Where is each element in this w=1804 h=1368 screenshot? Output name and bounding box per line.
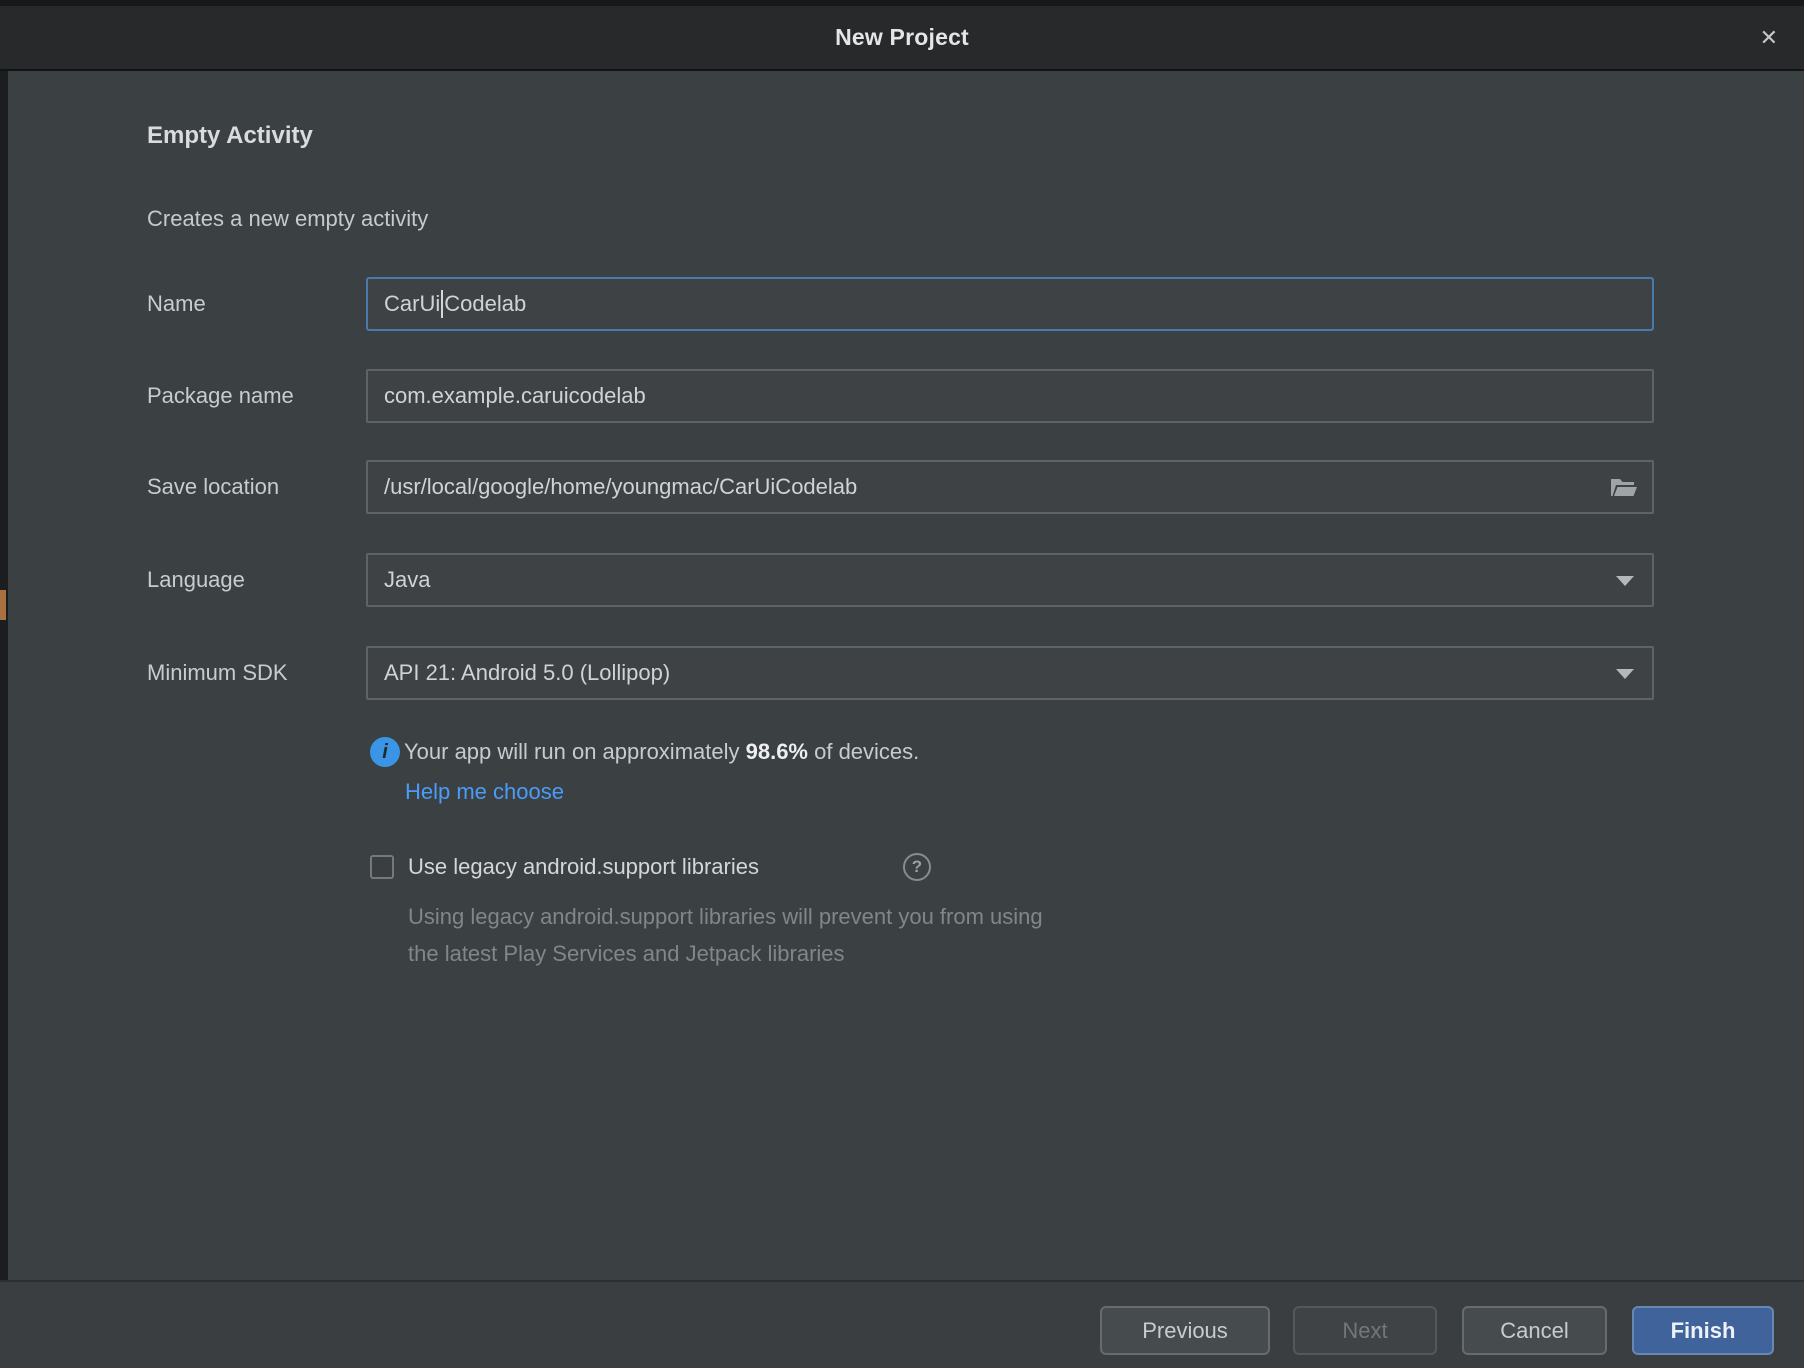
legacy-description-line2: the latest Play Services and Jetpack lib… bbox=[408, 935, 1043, 972]
window-edge bbox=[0, 71, 8, 1368]
language-row: Language Java bbox=[0, 553, 1804, 607]
dialog-title: New Project bbox=[835, 24, 969, 51]
minimum-sdk-label: Minimum SDK bbox=[147, 646, 288, 700]
minimum-sdk-value: API 21: Android 5.0 (Lollipop) bbox=[384, 660, 670, 685]
chevron-down-icon bbox=[1616, 669, 1634, 679]
minimum-sdk-select[interactable]: API 21: Android 5.0 (Lollipop) bbox=[366, 646, 1654, 700]
legacy-support-description: Using legacy android.support libraries w… bbox=[408, 898, 1043, 972]
package-name-row: Package name com.example.caruicodelab bbox=[0, 369, 1804, 423]
sdk-coverage-text: Your app will run on approximately 98.6%… bbox=[404, 737, 919, 767]
help-me-choose-link[interactable]: Help me choose bbox=[405, 779, 564, 805]
finish-button[interactable]: Finish bbox=[1632, 1306, 1774, 1355]
dialog-titlebar: New Project ✕ bbox=[0, 0, 1804, 71]
package-name-input[interactable]: com.example.caruicodelab bbox=[366, 369, 1654, 423]
language-select[interactable]: Java bbox=[366, 553, 1654, 607]
help-icon[interactable]: ? bbox=[903, 853, 931, 881]
close-icon[interactable]: ✕ bbox=[1760, 6, 1778, 69]
cancel-button[interactable]: Cancel bbox=[1462, 1306, 1607, 1355]
minimum-sdk-row: Minimum SDK API 21: Android 5.0 (Lollipo… bbox=[0, 646, 1804, 700]
template-title: Empty Activity bbox=[147, 122, 313, 150]
name-input[interactable]: CarUiCodelab bbox=[366, 277, 1654, 331]
name-value-before-caret: CarUi bbox=[384, 291, 440, 316]
package-name-value: com.example.caruicodelab bbox=[384, 383, 646, 408]
legacy-description-line1: Using legacy android.support libraries w… bbox=[408, 898, 1043, 935]
save-location-row: Save location /usr/local/google/home/you… bbox=[0, 460, 1804, 514]
text-caret bbox=[441, 290, 443, 318]
legacy-support-checkbox[interactable] bbox=[370, 855, 394, 879]
folder-icon[interactable] bbox=[1610, 476, 1638, 498]
previous-button[interactable]: Previous bbox=[1100, 1306, 1270, 1355]
language-value: Java bbox=[384, 567, 430, 592]
legacy-support-label[interactable]: Use legacy android.support libraries bbox=[408, 847, 759, 887]
next-button[interactable]: Next bbox=[1293, 1306, 1437, 1355]
sdk-coverage-prefix: Your app will run on approximately bbox=[404, 739, 746, 764]
template-subtitle: Creates a new empty activity bbox=[147, 206, 428, 232]
info-icon: i bbox=[370, 737, 400, 767]
save-location-label: Save location bbox=[147, 460, 279, 514]
package-name-label: Package name bbox=[147, 369, 294, 423]
language-label: Language bbox=[147, 553, 245, 607]
name-value-after-caret: Codelab bbox=[444, 291, 526, 316]
save-location-value: /usr/local/google/home/youngmac/CarUiCod… bbox=[384, 474, 857, 499]
chevron-down-icon bbox=[1616, 576, 1634, 586]
sdk-coverage-suffix: of devices. bbox=[808, 739, 919, 764]
name-row: Name CarUiCodelab bbox=[0, 277, 1804, 331]
sdk-coverage-percent: 98.6% bbox=[746, 739, 808, 764]
dialog-footer: Previous Next Cancel Finish bbox=[0, 1280, 1804, 1368]
name-label: Name bbox=[147, 277, 206, 331]
save-location-input[interactable]: /usr/local/google/home/youngmac/CarUiCod… bbox=[366, 460, 1654, 514]
